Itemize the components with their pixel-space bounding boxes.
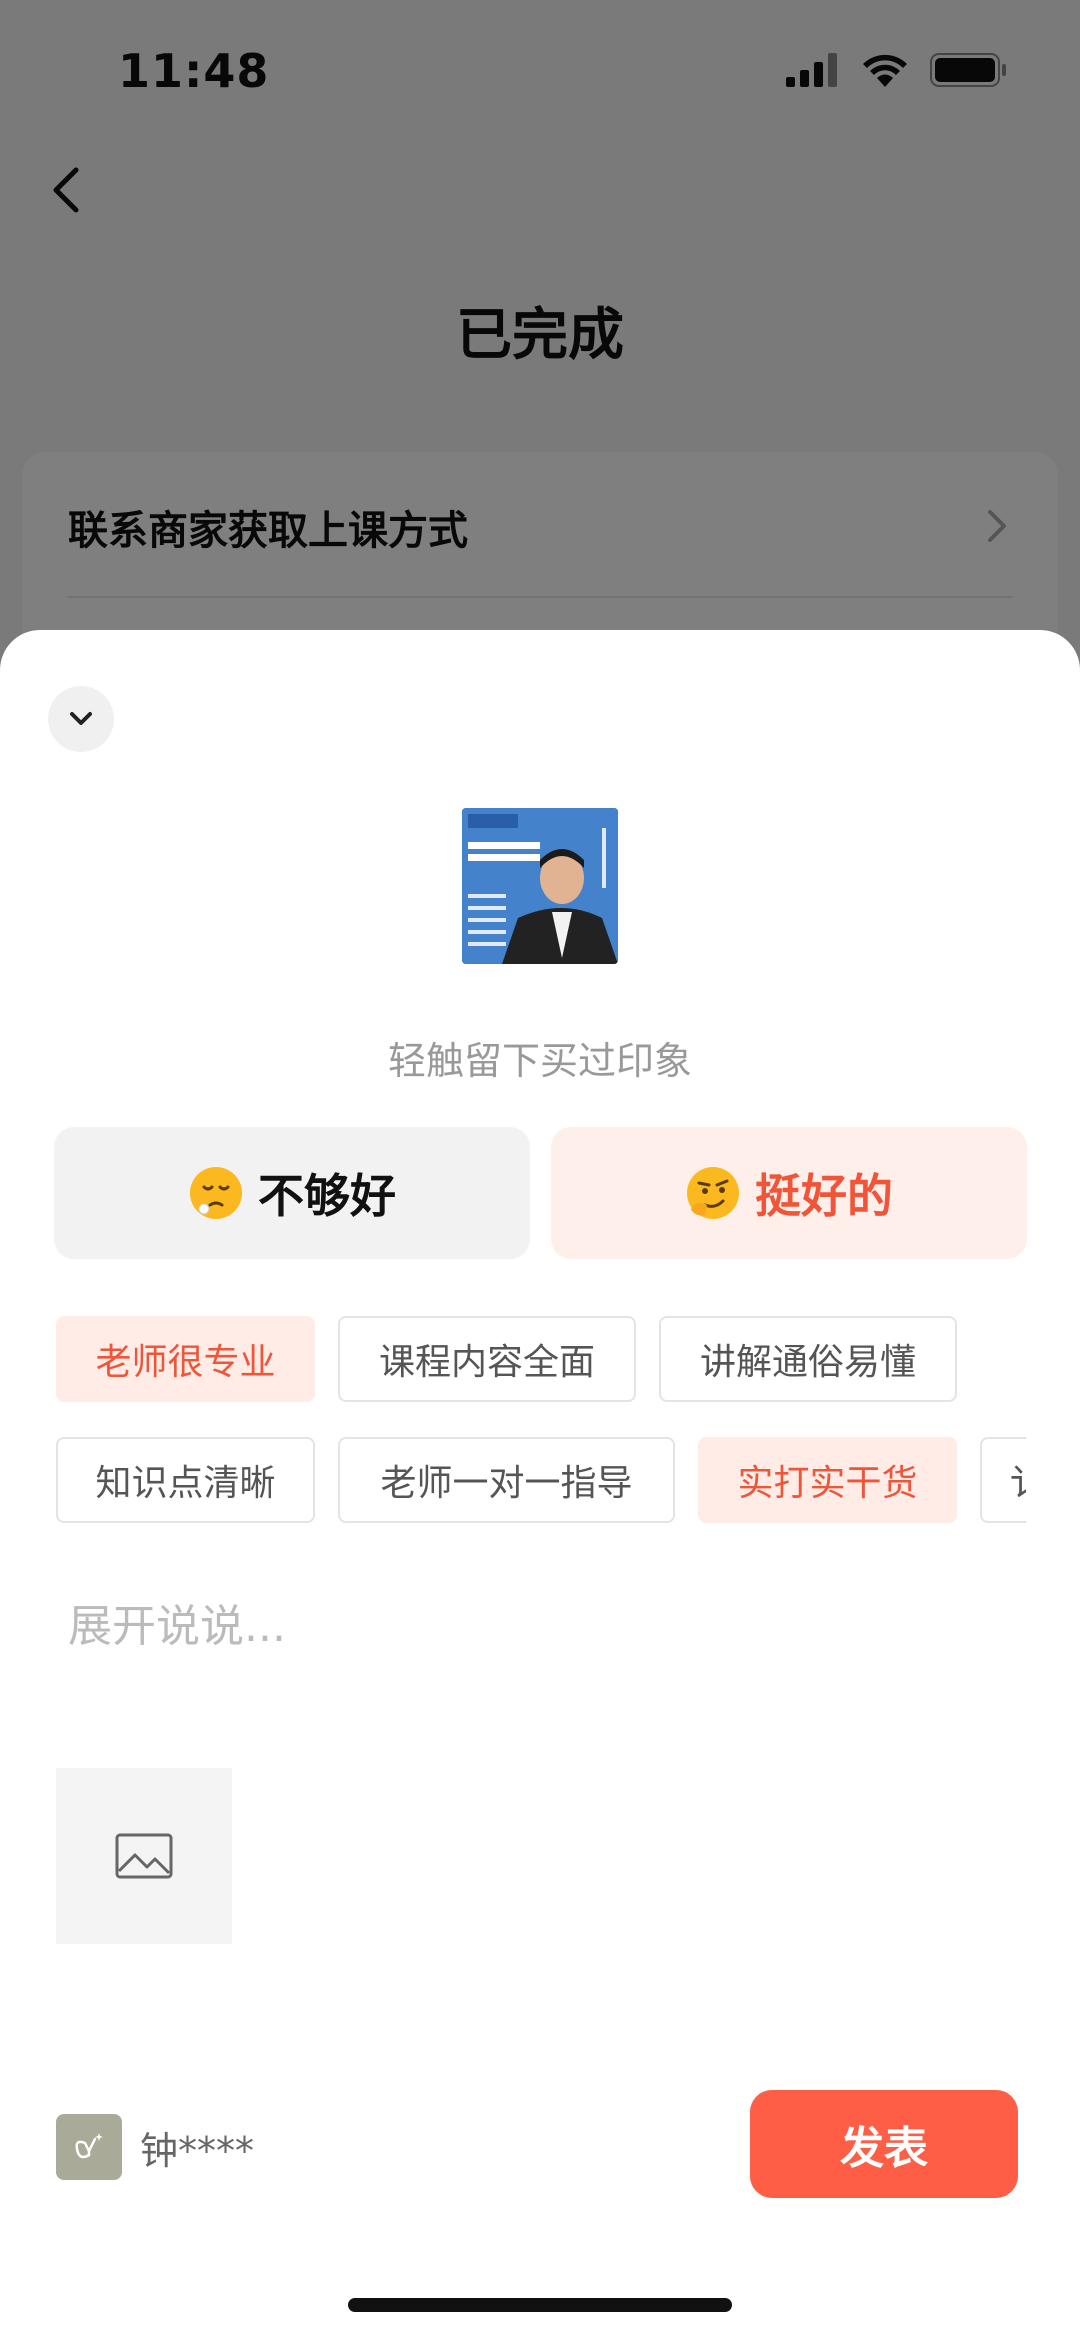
- rating-good-label: 挺好的: [755, 1169, 893, 1223]
- tag-label: 课程内容全面: [378, 1342, 595, 1383]
- rating-not-good-button[interactable]: 不够好: [54, 1127, 530, 1259]
- rating-hint: 轻触留下买过印象: [387, 1039, 692, 1083]
- tag-label: 讠: [1010, 1454, 1026, 1506]
- tag-easy-to-understand[interactable]: 讲解通俗易懂: [659, 1316, 957, 1402]
- course-thumbnail: [462, 808, 618, 964]
- home-indicator[interactable]: [348, 2298, 732, 2312]
- course-cover-image: [462, 808, 618, 964]
- tag-label: 老师很专业: [95, 1342, 276, 1383]
- tag-practical-content[interactable]: 实打实干货: [698, 1437, 957, 1523]
- tag-clear-knowledge[interactable]: 知识点清晰: [56, 1437, 315, 1523]
- tag-label: 讲解通俗易懂: [699, 1342, 916, 1383]
- tag-one-on-one[interactable]: 老师一对一指导: [338, 1437, 675, 1523]
- tag-label: 实打实干货: [737, 1463, 918, 1504]
- user-name: 钟****: [140, 2129, 255, 2173]
- tag-label: 老师一对一指导: [380, 1463, 633, 1504]
- rating-not-good-label: 不够好: [258, 1169, 396, 1223]
- collapse-sheet-button[interactable]: [48, 686, 114, 752]
- publish-button[interactable]: 发表: [750, 2090, 1018, 2198]
- chevron-down-icon: [70, 712, 92, 725]
- avatar: [56, 2114, 122, 2180]
- unamused-face-icon: [190, 1167, 242, 1219]
- tag-partial[interactable]: 讠: [980, 1437, 1026, 1523]
- tag-teacher-professional[interactable]: 老师很专业: [56, 1316, 315, 1402]
- smirking-face-icon: [687, 1167, 739, 1219]
- review-text-input[interactable]: 展开说说...: [68, 1590, 286, 1654]
- butterfly-icon: [75, 2133, 103, 2159]
- tag-content-comprehensive[interactable]: 课程内容全面: [338, 1316, 636, 1402]
- image-icon: [115, 1833, 173, 1879]
- rating-good-button[interactable]: 挺好的: [551, 1127, 1027, 1259]
- add-image-button[interactable]: [56, 1768, 232, 1944]
- tag-label: 知识点清晰: [95, 1463, 276, 1504]
